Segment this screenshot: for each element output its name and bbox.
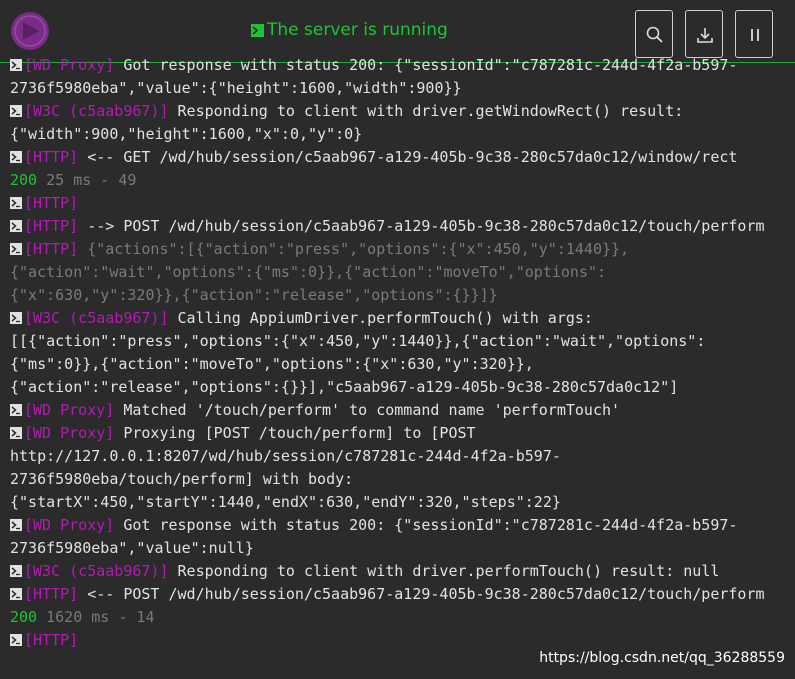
log-text: Got response with status 200: {"sessionI… bbox=[114, 516, 738, 534]
status-code: 200 bbox=[10, 171, 38, 189]
log-line: [WD Proxy] Got response with status 200:… bbox=[10, 514, 790, 537]
log-tag: [W3C (c5aab967)] bbox=[24, 309, 169, 327]
log-line: 2736f5980eba","value":null} bbox=[10, 537, 790, 560]
prompt-arrow-icon bbox=[10, 519, 22, 531]
log-text: 2736f5980eba","value":{"height":1600,"wi… bbox=[10, 79, 462, 97]
log-tag: [HTTP] bbox=[24, 240, 79, 258]
log-tag: [WD Proxy] bbox=[24, 401, 115, 419]
log-line: [HTTP] <-- GET /wd/hub/session/c5aab967-… bbox=[10, 146, 790, 169]
log-dim-text: 25 ms - 49 bbox=[37, 171, 137, 189]
log-text: Got response with status 200: {"sessionI… bbox=[114, 56, 738, 74]
search-button[interactable] bbox=[635, 10, 673, 58]
log-output: [WD Proxy] Got response with status 200:… bbox=[10, 54, 790, 652]
download-button[interactable] bbox=[685, 10, 723, 58]
log-line: {"startX":450,"startY":1440,"endX":630,"… bbox=[10, 491, 790, 514]
prompt-arrow-icon bbox=[10, 243, 22, 255]
prompt-arrow-icon bbox=[10, 634, 22, 646]
log-line: [HTTP] --> POST /wd/hub/session/c5aab967… bbox=[10, 215, 790, 238]
log-line: http://127.0.0.1:8207/wd/hub/session/c78… bbox=[10, 445, 790, 468]
server-status: The server is running bbox=[251, 19, 448, 41]
log-tag: [HTTP] bbox=[24, 194, 79, 212]
log-text: {"action":"release","options":{}}],"c5aa… bbox=[10, 378, 679, 396]
log-text: [[{"action":"press","options":{"x":450,"… bbox=[10, 332, 706, 350]
log-line: [[{"action":"press","options":{"x":450,"… bbox=[10, 330, 790, 353]
prompt-arrow-icon bbox=[10, 151, 22, 163]
log-line: [HTTP] bbox=[10, 629, 790, 652]
log-text: Matched '/touch/perform' to command name… bbox=[114, 401, 621, 419]
log-line: {"ms":0}},{"action":"moveTo","options":{… bbox=[10, 353, 790, 376]
log-line: [W3C (c5aab967)] Responding to client wi… bbox=[10, 560, 790, 583]
log-text: {"width":900,"height":1600,"x":0,"y":0} bbox=[10, 125, 363, 143]
log-text: {"ms":0}},{"action":"moveTo","options":{… bbox=[10, 355, 534, 373]
log-text: {"startX":450,"startY":1440,"endX":630,"… bbox=[10, 493, 561, 511]
log-line: {"width":900,"height":1600,"x":0,"y":0} bbox=[10, 123, 790, 146]
log-dim-text: {"actions":[{"action":"press","options":… bbox=[78, 240, 630, 258]
log-tag: [WD Proxy] bbox=[24, 516, 115, 534]
log-text: 2736f5980eba/touch/perform] with body: bbox=[10, 470, 354, 488]
log-dim-text: 1620 ms - 14 bbox=[37, 608, 155, 626]
prompt-arrow-icon bbox=[10, 312, 22, 324]
log-line: 200 25 ms - 49 bbox=[10, 169, 790, 192]
log-dim-text: {"x":630,"y":320}},{"action":"release","… bbox=[10, 286, 498, 304]
log-dim-text: {"action":"wait","options":{"ms":0}},{"a… bbox=[10, 263, 607, 281]
terminal-icon bbox=[251, 23, 264, 37]
log-line: [WD Proxy] Got response with status 200:… bbox=[10, 54, 790, 77]
prompt-arrow-icon bbox=[10, 197, 22, 209]
server-status-text: The server is running bbox=[267, 20, 448, 40]
log-text: Proxying [POST /touch/perform] to [POST bbox=[114, 424, 476, 442]
log-text: Calling AppiumDriver.performTouch() with… bbox=[168, 309, 593, 327]
log-tag: [W3C (c5aab967)] bbox=[24, 102, 169, 120]
log-line: 2736f5980eba","value":{"height":1600,"wi… bbox=[10, 77, 790, 100]
download-icon bbox=[697, 28, 713, 43]
log-text: Responding to client with driver.perform… bbox=[168, 562, 720, 580]
log-line: [W3C (c5aab967)] Responding to client wi… bbox=[10, 100, 790, 123]
log-tag: [WD Proxy] bbox=[24, 424, 115, 442]
log-tag: [HTTP] bbox=[24, 585, 79, 603]
log-tag: [HTTP] bbox=[24, 148, 79, 166]
app-header: The server is running bbox=[0, 0, 795, 62]
log-tag: [HTTP] bbox=[24, 217, 79, 235]
log-text: <-- POST /wd/hub/session/c5aab967-a129-4… bbox=[78, 585, 765, 603]
log-line: [HTTP] bbox=[10, 192, 790, 215]
log-tag: [WD Proxy] bbox=[24, 56, 115, 74]
prompt-arrow-icon bbox=[10, 59, 22, 71]
prompt-arrow-icon bbox=[10, 427, 22, 439]
log-line: [WD Proxy] Matched '/touch/perform' to c… bbox=[10, 399, 790, 422]
log-line: [HTTP] <-- POST /wd/hub/session/c5aab967… bbox=[10, 583, 790, 606]
watermark-url: https://blog.csdn.net/qq_36288559 bbox=[539, 650, 785, 666]
log-text: 2736f5980eba","value":null} bbox=[10, 539, 254, 557]
log-text: --> POST /wd/hub/session/c5aab967-a129-4… bbox=[78, 217, 765, 235]
prompt-arrow-icon bbox=[10, 588, 22, 600]
log-tag: [HTTP] bbox=[24, 631, 79, 649]
prompt-arrow-icon bbox=[10, 105, 22, 117]
log-text: <-- GET /wd/hub/session/c5aab967-a129-40… bbox=[78, 148, 738, 166]
log-line: {"action":"wait","options":{"ms":0}},{"a… bbox=[10, 261, 790, 284]
prompt-arrow-icon bbox=[10, 220, 22, 232]
log-text: http://127.0.0.1:8207/wd/hub/session/c78… bbox=[10, 447, 561, 465]
log-line: 200 1620 ms - 14 bbox=[10, 606, 790, 629]
log-line: [WD Proxy] Proxying [POST /touch/perform… bbox=[10, 422, 790, 445]
log-line: [W3C (c5aab967)] Calling AppiumDriver.pe… bbox=[10, 307, 790, 330]
log-line: [HTTP] {"actions":[{"action":"press","op… bbox=[10, 238, 790, 261]
log-text: Responding to client with driver.getWind… bbox=[168, 102, 684, 120]
appium-logo bbox=[11, 12, 49, 50]
pause-button[interactable] bbox=[735, 10, 773, 58]
log-line: 2736f5980eba/touch/perform] with body: bbox=[10, 468, 790, 491]
prompt-arrow-icon bbox=[10, 565, 22, 577]
log-line: {"x":630,"y":320}},{"action":"release","… bbox=[10, 284, 790, 307]
search-icon bbox=[646, 26, 663, 43]
log-tag: [W3C (c5aab967)] bbox=[24, 562, 169, 580]
status-code: 200 bbox=[10, 608, 38, 626]
pause-icon bbox=[751, 29, 759, 41]
prompt-arrow-icon bbox=[10, 404, 22, 416]
log-line: {"action":"release","options":{}}],"c5aa… bbox=[10, 376, 790, 399]
